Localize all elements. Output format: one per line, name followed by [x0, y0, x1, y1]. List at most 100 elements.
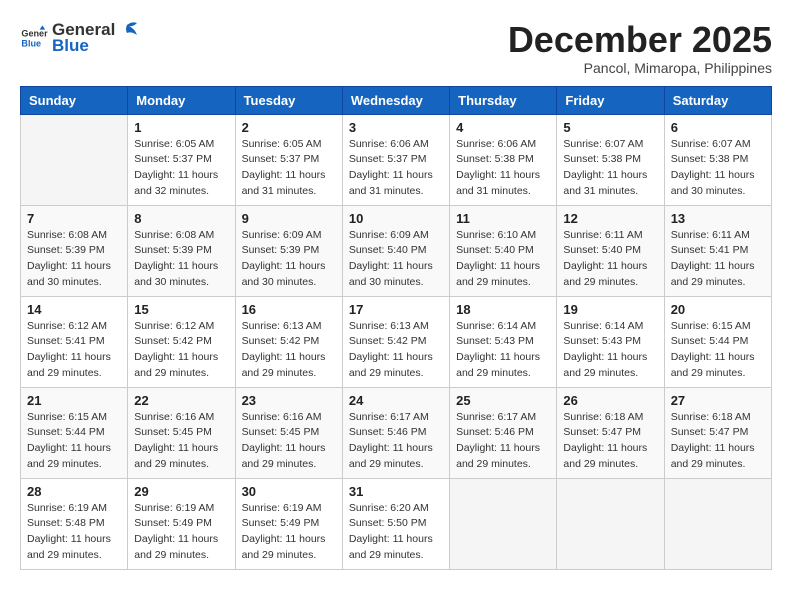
calendar-week-row-2: 7 Sunrise: 6:08 AMSunset: 5:39 PMDaylight…: [21, 205, 772, 296]
calendar-cell: 7 Sunrise: 6:08 AMSunset: 5:39 PMDaylight…: [21, 205, 128, 296]
day-info: Sunrise: 6:07 AMSunset: 5:38 PMDaylight:…: [563, 137, 657, 200]
calendar-cell: 22Sunrise: 6:16 AMSunset: 5:45 PMDayligh…: [128, 387, 235, 478]
calendar-cell: 29 Sunrise: 6:19 AMSunset: 5:49 PMDayligh…: [128, 478, 235, 569]
calendar-week-row-1: 1 Sunrise: 6:05 AMSunset: 5:37 PMDaylight…: [21, 114, 772, 205]
day-info: Sunrise: 6:18 AMSunset: 5:47 PMDaylight:…: [671, 410, 765, 473]
logo-blue-text: Blue: [52, 36, 139, 56]
day-number: 7: [27, 211, 121, 226]
day-number: 12: [563, 211, 657, 226]
day-number: 8: [134, 211, 228, 226]
day-number: 13: [671, 211, 765, 226]
calendar-cell: 31Sunrise: 6:20 AMSunset: 5:50 PMDayligh…: [342, 478, 449, 569]
day-info: Sunrise: 6:09 AMSunset: 5:40 PMDaylight:…: [349, 228, 443, 291]
weekday-header-sunday: Sunday: [21, 86, 128, 114]
weekday-header-wednesday: Wednesday: [342, 86, 449, 114]
day-info: Sunrise: 6:10 AMSunset: 5:40 PMDaylight:…: [456, 228, 550, 291]
day-info: Sunrise: 6:18 AMSunset: 5:47 PMDaylight:…: [563, 410, 657, 473]
day-number: 14: [27, 302, 121, 317]
day-number: 16: [242, 302, 336, 317]
calendar-cell: 3Sunrise: 6:06 AMSunset: 5:37 PMDaylight…: [342, 114, 449, 205]
day-info: Sunrise: 6:08 AMSunset: 5:39 PMDaylight:…: [27, 228, 121, 291]
day-info: Sunrise: 6:06 AMSunset: 5:37 PMDaylight:…: [349, 137, 443, 200]
day-number: 5: [563, 120, 657, 135]
weekday-header-saturday: Saturday: [664, 86, 771, 114]
calendar-week-row-5: 28 Sunrise: 6:19 AMSunset: 5:48 PMDayligh…: [21, 478, 772, 569]
calendar-cell: [557, 478, 664, 569]
calendar-cell: 11 Sunrise: 6:10 AMSunset: 5:40 PMDayligh…: [450, 205, 557, 296]
calendar-cell: 30 Sunrise: 6:19 AMSunset: 5:49 PMDayligh…: [235, 478, 342, 569]
day-number: 15: [134, 302, 228, 317]
title-block: December 2025 Pancol, Mimaropa, Philippi…: [508, 20, 772, 76]
day-info: Sunrise: 6:14 AMSunset: 5:43 PMDaylight:…: [563, 319, 657, 382]
day-number: 28: [27, 484, 121, 499]
day-number: 4: [456, 120, 550, 135]
day-number: 30: [242, 484, 336, 499]
day-info: Sunrise: 6:16 AMSunset: 5:45 PMDaylight:…: [134, 410, 228, 473]
weekday-header-tuesday: Tuesday: [235, 86, 342, 114]
day-info: Sunrise: 6:15 AMSunset: 5:44 PMDaylight:…: [27, 410, 121, 473]
calendar-cell: 18Sunrise: 6:14 AMSunset: 5:43 PMDayligh…: [450, 296, 557, 387]
day-info: Sunrise: 6:06 AMSunset: 5:38 PMDaylight:…: [456, 137, 550, 200]
day-number: 29: [134, 484, 228, 499]
day-number: 31: [349, 484, 443, 499]
weekday-header-thursday: Thursday: [450, 86, 557, 114]
logo: General Blue General Blue: [20, 20, 139, 57]
calendar-cell: 26 Sunrise: 6:18 AMSunset: 5:47 PMDayligh…: [557, 387, 664, 478]
calendar-week-row-4: 21 Sunrise: 6:15 AMSunset: 5:44 PMDayligh…: [21, 387, 772, 478]
calendar-cell: 6 Sunrise: 6:07 AMSunset: 5:38 PMDaylight…: [664, 114, 771, 205]
day-info: Sunrise: 6:09 AMSunset: 5:39 PMDaylight:…: [242, 228, 336, 291]
day-info: Sunrise: 6:19 AMSunset: 5:49 PMDaylight:…: [242, 501, 336, 564]
day-info: Sunrise: 6:11 AMSunset: 5:41 PMDaylight:…: [671, 228, 765, 291]
day-info: Sunrise: 6:11 AMSunset: 5:40 PMDaylight:…: [563, 228, 657, 291]
day-number: 19: [563, 302, 657, 317]
day-info: Sunrise: 6:19 AMSunset: 5:48 PMDaylight:…: [27, 501, 121, 564]
day-info: Sunrise: 6:07 AMSunset: 5:38 PMDaylight:…: [671, 137, 765, 200]
calendar-cell: 12 Sunrise: 6:11 AMSunset: 5:40 PMDayligh…: [557, 205, 664, 296]
calendar-cell: 13 Sunrise: 6:11 AMSunset: 5:41 PMDayligh…: [664, 205, 771, 296]
day-number: 26: [563, 393, 657, 408]
day-info: Sunrise: 6:17 AMSunset: 5:46 PMDaylight:…: [349, 410, 443, 473]
day-number: 27: [671, 393, 765, 408]
calendar-cell: [450, 478, 557, 569]
day-number: 23: [242, 393, 336, 408]
location-subtitle: Pancol, Mimaropa, Philippines: [508, 60, 772, 76]
day-number: 6: [671, 120, 765, 135]
svg-text:Blue: Blue: [21, 39, 41, 49]
day-info: Sunrise: 6:05 AMSunset: 5:37 PMDaylight:…: [242, 137, 336, 200]
calendar-cell: 15 Sunrise: 6:12 AMSunset: 5:42 PMDayligh…: [128, 296, 235, 387]
calendar-cell: 1 Sunrise: 6:05 AMSunset: 5:37 PMDaylight…: [128, 114, 235, 205]
page-header: General Blue General Blue December 2025 …: [20, 20, 772, 76]
calendar-cell: 10Sunrise: 6:09 AMSunset: 5:40 PMDayligh…: [342, 205, 449, 296]
calendar-week-row-3: 14Sunrise: 6:12 AMSunset: 5:41 PMDayligh…: [21, 296, 772, 387]
day-info: Sunrise: 6:14 AMSunset: 5:43 PMDaylight:…: [456, 319, 550, 382]
calendar-cell: [21, 114, 128, 205]
day-number: 2: [242, 120, 336, 135]
calendar-cell: 21 Sunrise: 6:15 AMSunset: 5:44 PMDayligh…: [21, 387, 128, 478]
calendar-table: SundayMondayTuesdayWednesdayThursdayFrid…: [20, 86, 772, 570]
day-number: 11: [456, 211, 550, 226]
calendar-cell: 20Sunrise: 6:15 AMSunset: 5:44 PMDayligh…: [664, 296, 771, 387]
calendar-cell: 23 Sunrise: 6:16 AMSunset: 5:45 PMDayligh…: [235, 387, 342, 478]
day-info: Sunrise: 6:17 AMSunset: 5:46 PMDaylight:…: [456, 410, 550, 473]
calendar-cell: 25Sunrise: 6:17 AMSunset: 5:46 PMDayligh…: [450, 387, 557, 478]
day-info: Sunrise: 6:16 AMSunset: 5:45 PMDaylight:…: [242, 410, 336, 473]
day-info: Sunrise: 6:05 AMSunset: 5:37 PMDaylight:…: [134, 137, 228, 200]
calendar-cell: 27 Sunrise: 6:18 AMSunset: 5:47 PMDayligh…: [664, 387, 771, 478]
weekday-header-friday: Friday: [557, 86, 664, 114]
day-number: 20: [671, 302, 765, 317]
day-number: 1: [134, 120, 228, 135]
weekday-header-row: SundayMondayTuesdayWednesdayThursdayFrid…: [21, 86, 772, 114]
svg-text:General: General: [21, 29, 48, 39]
day-info: Sunrise: 6:19 AMSunset: 5:49 PMDaylight:…: [134, 501, 228, 564]
logo-icon: General Blue: [20, 24, 48, 52]
day-number: 21: [27, 393, 121, 408]
day-info: Sunrise: 6:12 AMSunset: 5:42 PMDaylight:…: [134, 319, 228, 382]
calendar-cell: 17Sunrise: 6:13 AMSunset: 5:42 PMDayligh…: [342, 296, 449, 387]
weekday-header-monday: Monday: [128, 86, 235, 114]
calendar-cell: 9Sunrise: 6:09 AMSunset: 5:39 PMDaylight…: [235, 205, 342, 296]
calendar-cell: 4 Sunrise: 6:06 AMSunset: 5:38 PMDaylight…: [450, 114, 557, 205]
calendar-cell: 19 Sunrise: 6:14 AMSunset: 5:43 PMDayligh…: [557, 296, 664, 387]
month-year-title: December 2025: [508, 20, 772, 60]
calendar-cell: 14Sunrise: 6:12 AMSunset: 5:41 PMDayligh…: [21, 296, 128, 387]
day-info: Sunrise: 6:13 AMSunset: 5:42 PMDaylight:…: [349, 319, 443, 382]
